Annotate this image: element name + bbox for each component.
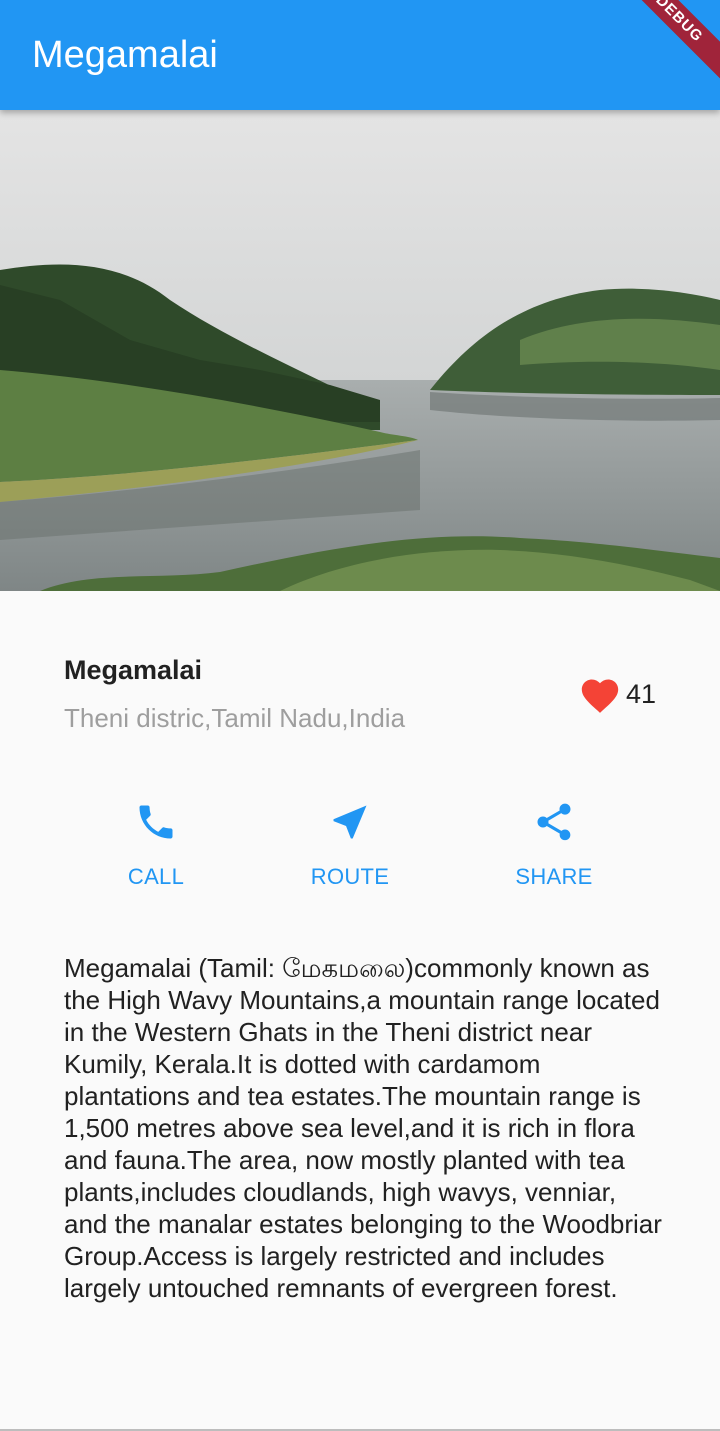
app-bar: Megamalai DEBUG — [0, 0, 720, 110]
place-description: Megamalai (Tamil: மேகமலை)commonly known … — [64, 953, 662, 1303]
heart-icon[interactable] — [578, 674, 622, 714]
app-bar-title: Megamalai — [32, 34, 218, 76]
navigation-icon — [333, 805, 367, 839]
place-location: Theni distric,Tamil Nadu,India — [64, 703, 406, 733]
favorite-count: 41 — [626, 678, 657, 709]
place-title: Megamalai — [64, 655, 203, 685]
route-button[interactable]: ROUTE — [275, 800, 425, 890]
phone-icon — [139, 805, 173, 839]
share-icon — [537, 803, 571, 841]
route-label: ROUTE — [310, 864, 390, 889]
share-button[interactable]: SHARE — [479, 800, 629, 890]
lake-landscape-image — [0, 110, 720, 591]
call-label: CALL — [127, 864, 185, 889]
hero-image — [0, 110, 720, 591]
favorite-widget[interactable]: 41 — [578, 674, 656, 714]
action-row: CALL ROUTE SHARE — [0, 800, 720, 900]
debug-banner: DEBUG — [616, 0, 720, 82]
share-label: SHARE — [515, 864, 593, 889]
call-button[interactable]: CALL — [81, 800, 231, 890]
